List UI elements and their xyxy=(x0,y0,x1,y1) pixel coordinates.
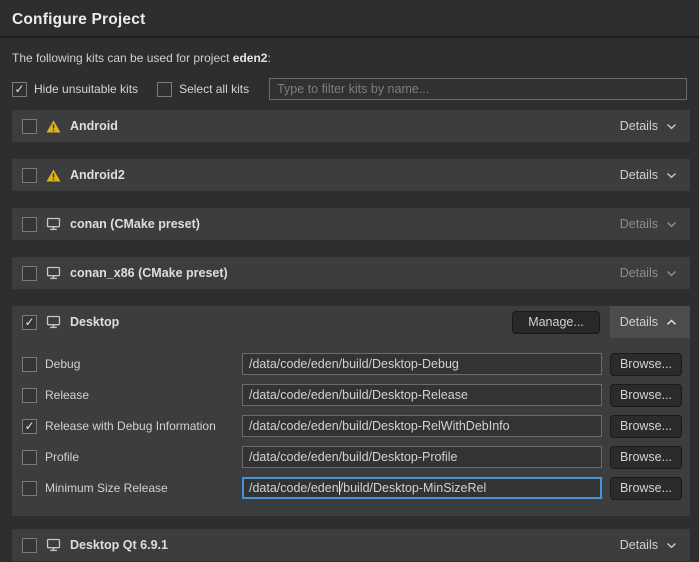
kit-filter-input[interactable] xyxy=(269,78,687,100)
select-all-checkbox[interactable] xyxy=(157,82,172,97)
kit-checkbox[interactable] xyxy=(22,168,37,183)
build-dir-input[interactable] xyxy=(242,446,602,468)
kit-name: conan (CMake preset) xyxy=(70,217,200,231)
build-config-row-debug: Debug Browse... xyxy=(22,353,682,375)
details-button[interactable]: Details xyxy=(610,208,690,240)
details-button[interactable]: Details xyxy=(610,257,690,289)
path-text-after-caret: /build/Desktop-MinSizeRel xyxy=(340,481,487,495)
kit-row-conan-x86[interactable]: conan_x86 (CMake preset) Details xyxy=(12,257,690,289)
config-label: Minimum Size Release xyxy=(45,481,242,495)
kit-panel-desktop: Desktop Manage... Details Debug Browse..… xyxy=(12,306,690,516)
build-config-row-minsizerel: Minimum Size Release /data/code/eden/bui… xyxy=(22,477,682,499)
desktop-icon xyxy=(46,538,61,552)
details-button[interactable]: Details xyxy=(610,110,690,142)
kit-checkbox[interactable] xyxy=(22,315,37,330)
kit-name: Desktop Qt 6.9.1 xyxy=(70,538,168,552)
config-checkbox[interactable] xyxy=(22,419,37,434)
browse-button[interactable]: Browse... xyxy=(610,446,682,469)
kit-row-android[interactable]: Android Details xyxy=(12,110,690,142)
window-titlebar: Configure Project xyxy=(0,0,699,38)
kit-row-desktop[interactable]: Desktop Manage... Details xyxy=(12,306,690,338)
desktop-icon xyxy=(46,217,61,231)
chevron-down-icon xyxy=(666,172,677,179)
kit-row-android2[interactable]: Android2 Details xyxy=(12,159,690,191)
hide-unsuitable-label: Hide unsuitable kits xyxy=(34,82,138,96)
hide-unsuitable-checkbox[interactable] xyxy=(12,82,27,97)
desktop-icon xyxy=(46,266,61,280)
browse-button[interactable]: Browse... xyxy=(610,353,682,376)
kit-name: Desktop xyxy=(70,315,119,329)
details-label: Details xyxy=(620,266,658,280)
project-name: eden2 xyxy=(233,51,268,65)
select-all-label: Select all kits xyxy=(179,82,249,96)
browse-button[interactable]: Browse... xyxy=(610,415,682,438)
build-dir-input[interactable] xyxy=(242,415,602,437)
chevron-down-icon xyxy=(666,270,677,277)
config-label: Profile xyxy=(45,450,242,464)
browse-button[interactable]: Browse... xyxy=(610,384,682,407)
config-checkbox[interactable] xyxy=(22,388,37,403)
chevron-down-icon xyxy=(666,123,677,130)
config-label: Debug xyxy=(45,357,242,371)
config-checkbox[interactable] xyxy=(22,450,37,465)
kit-checkbox[interactable] xyxy=(22,217,37,232)
kit-name: Android xyxy=(70,119,118,133)
select-all-kits-option[interactable]: Select all kits xyxy=(157,82,249,97)
chevron-up-icon xyxy=(666,319,677,326)
build-dir-input[interactable] xyxy=(242,384,602,406)
desktop-icon xyxy=(46,315,61,329)
chevron-down-icon xyxy=(666,221,677,228)
manage-kits-button[interactable]: Manage... xyxy=(512,311,600,334)
chevron-down-icon xyxy=(666,542,677,549)
hide-unsuitable-kits-option[interactable]: Hide unsuitable kits xyxy=(12,82,138,97)
kit-name: conan_x86 (CMake preset) xyxy=(70,266,228,280)
details-label: Details xyxy=(620,168,658,182)
browse-button[interactable]: Browse... xyxy=(610,477,682,500)
kit-row-desktop-qt[interactable]: Desktop Qt 6.9.1 Details xyxy=(12,529,690,561)
path-text-before-caret: /data/code/eden xyxy=(249,481,339,495)
details-label: Details xyxy=(620,538,658,552)
build-dir-input-focused[interactable]: /data/code/eden/build/Desktop-MinSizeRel xyxy=(242,477,602,499)
kit-checkbox[interactable] xyxy=(22,119,37,134)
kit-checkbox[interactable] xyxy=(22,266,37,281)
build-dir-input[interactable] xyxy=(242,353,602,375)
config-checkbox[interactable] xyxy=(22,357,37,372)
details-button[interactable]: Details xyxy=(610,529,690,561)
kit-filter-toolbar: Hide unsuitable kits Select all kits xyxy=(12,78,687,100)
config-checkbox[interactable] xyxy=(22,481,37,496)
build-config-row-profile: Profile Browse... xyxy=(22,446,682,468)
details-label: Details xyxy=(620,217,658,231)
intro-prefix: The following kits can be used for proje… xyxy=(12,51,233,65)
config-label: Release with Debug Information xyxy=(45,419,242,433)
kit-list: Android Details Android2 Details conan (… xyxy=(12,110,690,561)
details-label: Details xyxy=(620,315,658,329)
warning-icon xyxy=(46,169,61,182)
details-button[interactable]: Details xyxy=(610,306,690,338)
page-title: Configure Project xyxy=(12,11,687,29)
warning-icon xyxy=(46,120,61,133)
config-label: Release xyxy=(45,388,242,402)
kit-checkbox[interactable] xyxy=(22,538,37,553)
kit-name: Android2 xyxy=(70,168,125,182)
build-config-row-relwithdebinfo: Release with Debug Information Browse... xyxy=(22,415,682,437)
intro-suffix: : xyxy=(267,51,270,65)
details-label: Details xyxy=(620,119,658,133)
kit-row-conan[interactable]: conan (CMake preset) Details xyxy=(12,208,690,240)
intro-text: The following kits can be used for proje… xyxy=(12,51,687,65)
build-config-row-release: Release Browse... xyxy=(22,384,682,406)
details-button[interactable]: Details xyxy=(610,159,690,191)
